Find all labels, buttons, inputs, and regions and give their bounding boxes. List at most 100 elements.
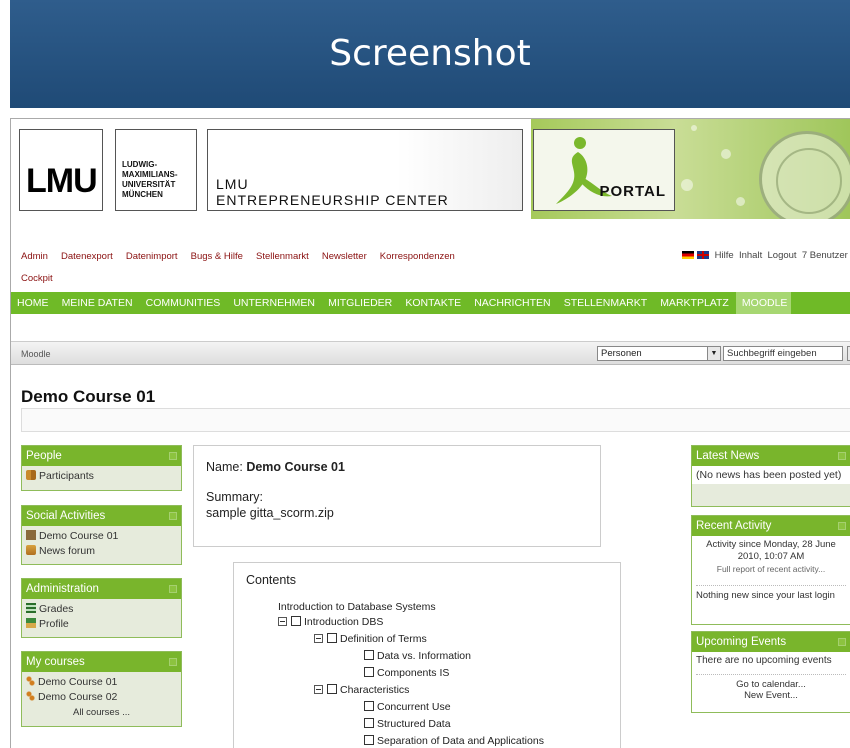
nav-mitglieder[interactable]: MITGLIEDER — [322, 292, 396, 314]
search-input[interactable]: Suchbegriff eingeben — [723, 346, 843, 361]
block-social-activities: Social Activities Demo Course 01 News fo… — [21, 505, 182, 565]
screenshot-frame: LMU LUDWIG- MAXIMILIANS- UNIVERSITÄT MÜN… — [10, 118, 850, 748]
portal-logo[interactable]: PORTAL — [533, 129, 675, 211]
block-latest-news: Latest News (No news has been posted yet… — [691, 445, 850, 507]
checkbox[interactable] — [364, 718, 374, 728]
block-title: Administration — [26, 583, 99, 595]
checkbox[interactable] — [364, 650, 374, 660]
german-flag-icon[interactable] — [682, 251, 695, 260]
nav-communities[interactable]: COMMUNITIES — [140, 292, 225, 314]
uni-line: UNIVERSITÄT — [122, 180, 176, 189]
block-title: People — [26, 450, 62, 462]
toc-item[interactable]: Data vs. Information — [377, 650, 471, 662]
course-summary: Name: Demo Course 01 Summary: sample git… — [193, 445, 601, 547]
link-full-report[interactable]: Full report of recent activity... — [696, 563, 846, 575]
link-datenimport[interactable]: Datenimport — [126, 251, 178, 262]
breadcrumb[interactable]: Moodle — [21, 349, 51, 359]
link-inhalt[interactable]: Inhalt — [739, 250, 762, 261]
person-select[interactable]: Personen — [597, 346, 709, 361]
page-title: Demo Course 01 — [21, 387, 156, 406]
link-participants[interactable]: Participants — [39, 470, 94, 482]
link-admin[interactable]: Admin — [21, 251, 48, 262]
toc-item[interactable]: Structured Data — [377, 718, 451, 730]
toc-root[interactable]: Introduction to Database Systems — [278, 600, 436, 614]
link-cockpit[interactable]: Cockpit — [21, 273, 53, 284]
entrepreneurship-center-logo: LMU ENTREPRENEURSHIP CENTER — [207, 129, 523, 211]
link-hilfe[interactable]: Hilfe — [715, 250, 734, 261]
nav-moodle[interactable]: MOODLE — [735, 292, 792, 314]
moodle-toolbar: Moodle Personen ▼ Suchbegriff eingeben — [11, 341, 850, 365]
course-link-icon — [26, 691, 35, 701]
link-demo-course-01[interactable]: Demo Course 01 — [39, 530, 118, 542]
block-title: Upcoming Events — [696, 636, 787, 648]
collapse-icon[interactable] — [169, 585, 177, 593]
block-my-courses: My courses Demo Course 01 Demo Course 02… — [21, 651, 182, 727]
toc-item[interactable]: Components IS — [377, 667, 449, 679]
link-new-event[interactable]: New Event... — [696, 690, 846, 701]
uni-line: LUDWIG- — [122, 160, 158, 169]
checkbox[interactable] — [291, 616, 301, 626]
link-bugs-hilfe[interactable]: Bugs & Hilfe — [191, 251, 243, 262]
block-title: Latest News — [696, 450, 760, 462]
nothing-new: Nothing new since your last login — [696, 585, 846, 601]
collapse-toggle-icon[interactable] — [278, 617, 287, 626]
lmu-logo-text: LMU — [26, 162, 98, 200]
forum-icon — [26, 545, 36, 555]
nav-marktplatz[interactable]: MARKTPLATZ — [654, 292, 733, 314]
lmu-logo[interactable]: LMU — [19, 129, 103, 211]
collapse-icon[interactable] — [838, 638, 846, 646]
collapse-toggle-icon[interactable] — [314, 685, 323, 694]
link-newsletter[interactable]: Newsletter — [322, 251, 367, 262]
collapse-icon[interactable] — [169, 512, 177, 520]
collapse-icon[interactable] — [169, 452, 177, 460]
checkbox[interactable] — [327, 633, 337, 643]
collapse-toggle-icon[interactable] — [314, 634, 323, 643]
block-administration: Administration Grades Profile — [21, 578, 182, 638]
collapse-icon[interactable] — [838, 522, 846, 530]
link-logout[interactable]: Logout — [768, 250, 797, 261]
toc-item[interactable]: Characteristics — [340, 684, 409, 696]
nav-kontakte[interactable]: KONTAKTE — [399, 292, 465, 314]
link-datenexport[interactable]: Datenexport — [61, 251, 113, 262]
link-demo-course-02[interactable]: Demo Course 02 — [38, 691, 117, 703]
toc-item[interactable]: Introduction DBS — [304, 616, 383, 628]
utility-links: Admin Datenexport Datenimport Bugs & Hil… — [11, 219, 850, 284]
block-recent-activity: Recent Activity Activity since Monday, 2… — [691, 515, 850, 625]
toc-item[interactable]: Concurrent Use — [377, 701, 451, 713]
link-go-to-calendar[interactable]: Go to calendar... — [696, 674, 846, 690]
toc-item[interactable]: Separation of Data and Applications — [377, 735, 544, 747]
link-korrespondenzen[interactable]: Korrespondenzen — [380, 251, 455, 262]
title-strip — [21, 408, 850, 432]
activity-since: Activity since Monday, 28 June 2010, 10:… — [706, 539, 836, 562]
nav-nachrichten[interactable]: NACHRICHTEN — [468, 292, 554, 314]
link-all-courses[interactable]: All courses ... — [73, 707, 130, 718]
link-demo-course-01[interactable]: Demo Course 01 — [38, 676, 117, 688]
chevron-down-icon[interactable]: ▼ — [707, 346, 721, 361]
uni-line: MÜNCHEN — [122, 190, 163, 199]
university-seal-icon — [759, 131, 850, 227]
link-profile[interactable]: Profile — [39, 618, 69, 630]
link-grades[interactable]: Grades — [39, 603, 73, 615]
ec-line: ENTREPRENEURSHIP CENTER — [216, 192, 449, 208]
summary-label: Summary: — [206, 490, 263, 504]
header-banner: LMU LUDWIG- MAXIMILIANS- UNIVERSITÄT MÜN… — [11, 119, 850, 227]
collapse-icon[interactable] — [169, 658, 177, 666]
english-flag-icon[interactable] — [697, 251, 710, 260]
collapse-icon[interactable] — [838, 452, 846, 460]
profile-icon — [26, 618, 36, 628]
link-news-forum[interactable]: News forum — [39, 545, 95, 557]
users-online[interactable]: 7 Benutzer on — [802, 250, 850, 261]
link-stellenmarkt[interactable]: Stellenmarkt — [256, 251, 309, 262]
checkbox[interactable] — [327, 684, 337, 694]
block-people: People Participants — [21, 445, 182, 491]
nav-meine-daten[interactable]: MEINE DATEN — [56, 292, 137, 314]
nav-home[interactable]: HOME — [11, 292, 53, 314]
checkbox[interactable] — [364, 667, 374, 677]
toc-item[interactable]: Definition of Terms — [340, 633, 427, 645]
nav-unternehmen[interactable]: UNTERNEHMEN — [227, 292, 319, 314]
nav-stellenmarkt[interactable]: STELLENMARKT — [558, 292, 651, 314]
grades-icon — [26, 603, 36, 613]
checkbox[interactable] — [364, 701, 374, 711]
checkbox[interactable] — [364, 735, 374, 745]
name-label: Name: — [206, 460, 243, 474]
